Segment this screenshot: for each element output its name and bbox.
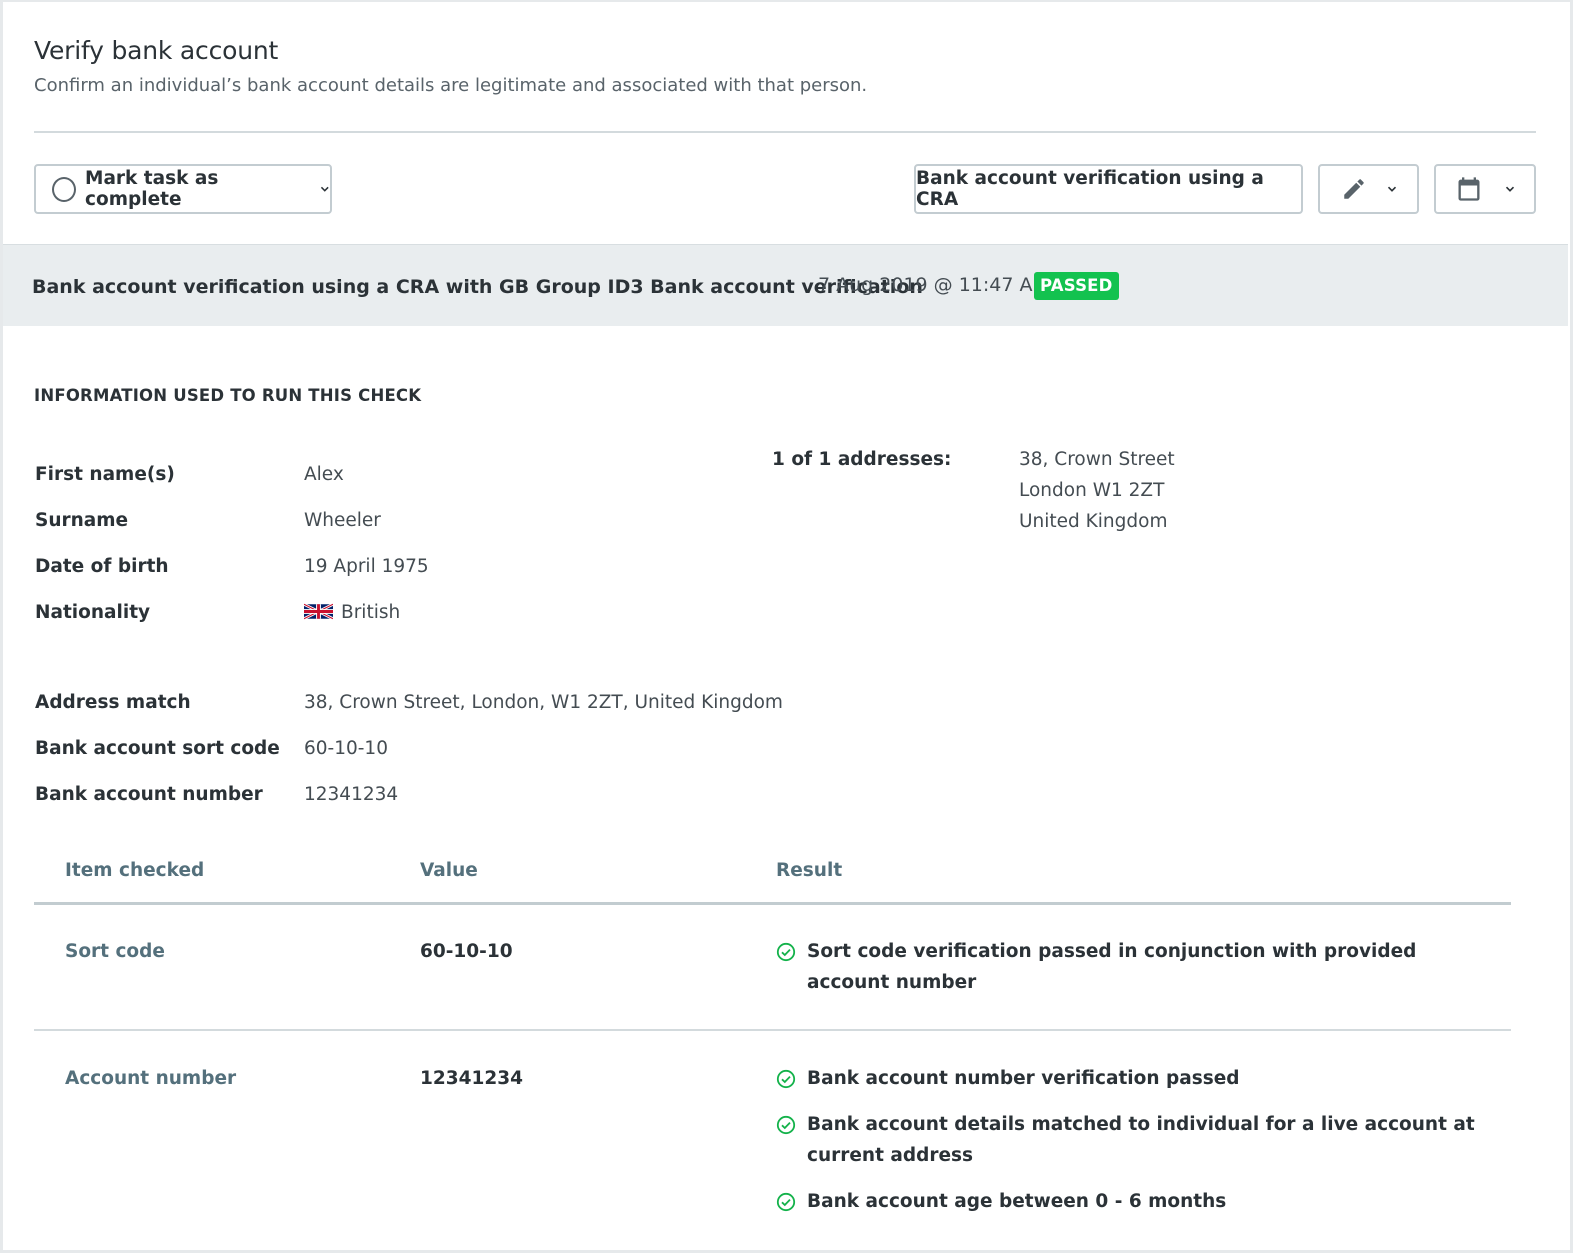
address-line: London W1 2ZT xyxy=(1019,480,1165,501)
result-text: Bank account age between 0 - 6 months xyxy=(807,1191,1227,1212)
address-line: United Kingdom xyxy=(1019,511,1168,532)
header-divider xyxy=(34,131,1536,133)
table-header-divider xyxy=(34,902,1511,905)
dob-value: 19 April 1975 xyxy=(304,556,429,577)
dob-label: Date of birth xyxy=(35,556,169,577)
check-circle-icon xyxy=(776,942,796,962)
page-title: Verify bank account xyxy=(34,36,279,65)
nationality-value: British xyxy=(304,602,400,623)
table-row-item: Account number xyxy=(65,1068,237,1089)
edit-menu-button[interactable] xyxy=(1318,164,1419,214)
nationality-label: Nationality xyxy=(35,602,151,623)
pencil-icon xyxy=(1343,179,1364,199)
result-item: Bank account details matched to individu… xyxy=(776,1109,1476,1171)
account-number-label: Bank account number xyxy=(35,784,263,805)
check-type-label: Bank account verification using a CRA xyxy=(916,168,1264,210)
table-header-value: Value xyxy=(420,860,478,881)
address-match-value: 38, Crown Street, London, W1 2ZT, United… xyxy=(304,692,783,713)
check-type-button[interactable]: Bank account verification using a CRA xyxy=(914,164,1303,214)
check-circle-icon xyxy=(776,1115,796,1135)
surname-label: Surname xyxy=(35,510,129,531)
calendar-icon xyxy=(1458,177,1480,201)
surname-value: Wheeler xyxy=(304,510,381,531)
result-item: Bank account age between 0 - 6 months xyxy=(776,1186,1476,1217)
first-name-label: First name(s) xyxy=(35,464,175,485)
chevron-down-icon xyxy=(1505,186,1515,192)
uk-flag-icon xyxy=(304,602,333,621)
table-row-item: Sort code xyxy=(65,941,165,962)
check-circle-icon xyxy=(776,1069,796,1089)
chevron-down-icon xyxy=(321,186,330,192)
table-header-item: Item checked xyxy=(65,860,205,881)
result-text: Bank account number verification passed xyxy=(807,1068,1240,1089)
page-subtitle: Confirm an individual’s bank account det… xyxy=(34,75,868,96)
address-match-label: Address match xyxy=(35,692,191,713)
check-title: Bank account verification using a CRA wi… xyxy=(32,276,923,298)
result-text: Bank account details matched to individu… xyxy=(807,1114,1475,1166)
table-row-value: 12341234 xyxy=(420,1068,523,1089)
check-timestamp: 7 Aug 2019 @ 11:47 AM xyxy=(818,274,1049,296)
sort-code-value: 60-10-10 xyxy=(304,738,388,759)
first-name-value: Alex xyxy=(304,464,344,485)
circle-icon xyxy=(52,176,77,202)
account-number-value: 12341234 xyxy=(304,784,399,805)
table-row-value: 60-10-10 xyxy=(420,941,513,962)
table-row-divider xyxy=(34,1029,1511,1031)
sort-code-label: Bank account sort code xyxy=(35,738,280,759)
info-section-heading: INFORMATION USED TO RUN THIS CHECK xyxy=(34,386,422,405)
chevron-down-icon xyxy=(1387,186,1396,192)
mark-complete-label: Mark task as complete xyxy=(85,168,219,210)
nationality-text: British xyxy=(341,602,401,623)
result-text: Sort code verification passed in conjunc… xyxy=(807,941,1417,993)
check-circle-icon xyxy=(776,1192,796,1212)
address-label: 1 of 1 addresses: xyxy=(772,449,952,470)
status-badge: PASSED xyxy=(1034,272,1119,300)
result-item: Bank account number verification passed xyxy=(776,1063,1476,1094)
result-item: Sort code verification passed in conjunc… xyxy=(776,936,1476,998)
mark-complete-button[interactable]: Mark task as complete xyxy=(34,164,332,214)
table-header-result: Result xyxy=(776,860,843,881)
calendar-menu-button[interactable] xyxy=(1434,164,1536,214)
address-line: 38, Crown Street xyxy=(1019,449,1175,470)
